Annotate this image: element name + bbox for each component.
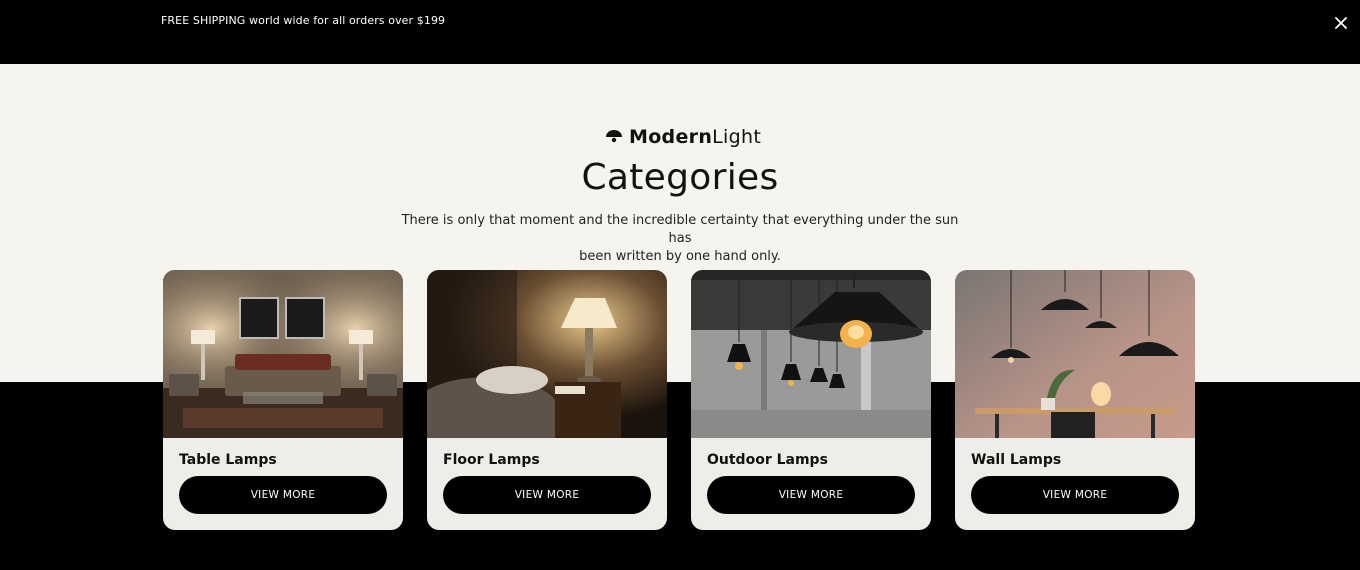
brand-logo[interactable]: ModernLight — [605, 124, 761, 150]
lamp-icon — [606, 130, 622, 143]
view-more-button[interactable]: VIEW MORE — [179, 476, 387, 514]
view-more-button[interactable]: VIEW MORE — [707, 476, 915, 514]
view-more-button[interactable]: VIEW MORE — [443, 476, 651, 514]
subtitle-line: There is only that moment and the incred… — [401, 213, 959, 246]
category-title: Outdoor Lamps — [707, 452, 828, 468]
brand-name: ModernLight — [629, 126, 761, 148]
brand-name-bold: Modern — [629, 126, 713, 148]
category-title: Table Lamps — [179, 452, 277, 468]
category-card-wall-lamps[interactable]: Wall Lamps VIEW MORE — [955, 270, 1195, 530]
category-card-floor-lamps[interactable]: Floor Lamps VIEW MORE — [427, 270, 667, 530]
page-title: Categories — [581, 157, 779, 198]
category-image-table-lamps[interactable] — [163, 270, 403, 438]
subtitle-line: been written by one hand only. — [579, 249, 781, 264]
category-image-floor-lamps[interactable] — [427, 270, 667, 438]
category-title: Wall Lamps — [971, 452, 1062, 468]
category-card-table-lamps[interactable]: Table Lamps VIEW MORE — [163, 270, 403, 530]
category-image-outdoor-lamps[interactable] — [691, 270, 931, 438]
announcement-text: FREE SHIPPING world wide for all orders … — [161, 14, 446, 27]
close-icon[interactable] — [1332, 14, 1350, 32]
category-card-outdoor-lamps[interactable]: Outdoor Lamps VIEW MORE — [691, 270, 931, 530]
announcement-bar: FREE SHIPPING world wide for all orders … — [0, 2, 1360, 64]
view-more-button[interactable]: VIEW MORE — [971, 476, 1179, 514]
section-subtitle: There is only that moment and the incred… — [390, 212, 970, 266]
brand-name-light: Light — [712, 126, 762, 148]
category-title: Floor Lamps — [443, 452, 540, 468]
category-image-wall-lamps[interactable] — [955, 270, 1195, 438]
